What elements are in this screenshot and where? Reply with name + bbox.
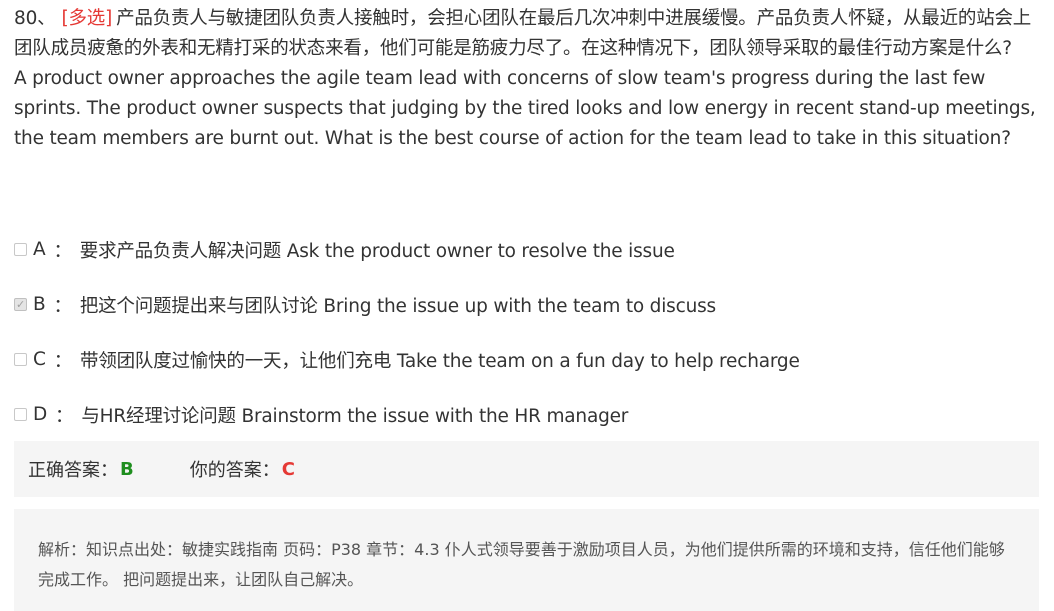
option-c-checkbox[interactable] xyxy=(14,353,27,366)
option-separator: ： xyxy=(55,405,74,427)
option-letter: B xyxy=(33,294,46,315)
option-c[interactable]: C ： 带领团队度过愉快的一天，让他们充电 Take the team on a… xyxy=(14,332,1044,387)
correct-answer-label: 正确答案： xyxy=(28,460,118,481)
question-text-cn: 产品负责人与敏捷团队负责人接触时，会担心团队在最后几次冲刺中进展缓慢。产品负责人… xyxy=(14,8,1032,59)
option-text: 带领团队度过愉快的一天，让他们充电 Take the team on a fun… xyxy=(80,350,800,372)
correct-answer-value: B xyxy=(120,458,134,480)
option-separator: ： xyxy=(53,350,73,372)
option-letter: C xyxy=(33,349,46,370)
option-d-checkbox[interactable] xyxy=(14,408,27,421)
options-list: A ： 要求产品负责人解决问题 Ask the product owner to… xyxy=(14,222,1044,442)
option-text: 与HR经理讨论问题 Brainstorm the issue with the … xyxy=(81,405,629,427)
option-b-checkbox[interactable]: ✓ xyxy=(14,298,27,311)
analysis-text: 解析：知识点出处：敏捷实践指南 页码：P38 章节：4.3 仆人式领导要善于激励… xyxy=(38,540,1005,589)
option-text: 把这个问题提出来与团队讨论 Bring the issue up with th… xyxy=(79,295,716,317)
option-d[interactable]: D ： 与HR经理讨论问题 Brainstorm the issue with … xyxy=(14,387,1044,442)
option-b[interactable]: ✓ B ： 把这个问题提出来与团队讨论 Bring the issue up w… xyxy=(14,277,1044,332)
analysis-panel: 解析：知识点出处：敏捷实践指南 页码：P38 章节：4.3 仆人式领导要善于激励… xyxy=(14,509,1039,611)
option-separator: ： xyxy=(53,295,73,317)
option-separator: ： xyxy=(53,240,72,262)
option-a-checkbox[interactable] xyxy=(14,243,27,256)
question-text-en: A product owner approaches the agile tea… xyxy=(14,68,1036,149)
question-stem: 80、 [多选] 产品负责人与敏捷团队负责人接触时，会担心团队在最后几次冲刺中进展缓… xyxy=(14,4,1044,154)
your-answer-value: C xyxy=(281,458,295,480)
option-letter: D xyxy=(33,404,48,425)
option-a[interactable]: A ： 要求产品负责人解决问题 Ask the product owner to… xyxy=(14,222,1044,277)
question-number: 80、 xyxy=(14,8,56,29)
answer-panel: 正确答案： B 你的答案： C xyxy=(14,441,1039,497)
option-letter: A xyxy=(33,239,46,260)
your-answer-label: 你的答案： xyxy=(189,460,280,481)
checkmark-icon: ✓ xyxy=(15,298,26,311)
option-text: 要求产品负责人解决问题 Ask the product owner to res… xyxy=(79,240,675,262)
question-type-tag: [多选] xyxy=(61,8,113,29)
